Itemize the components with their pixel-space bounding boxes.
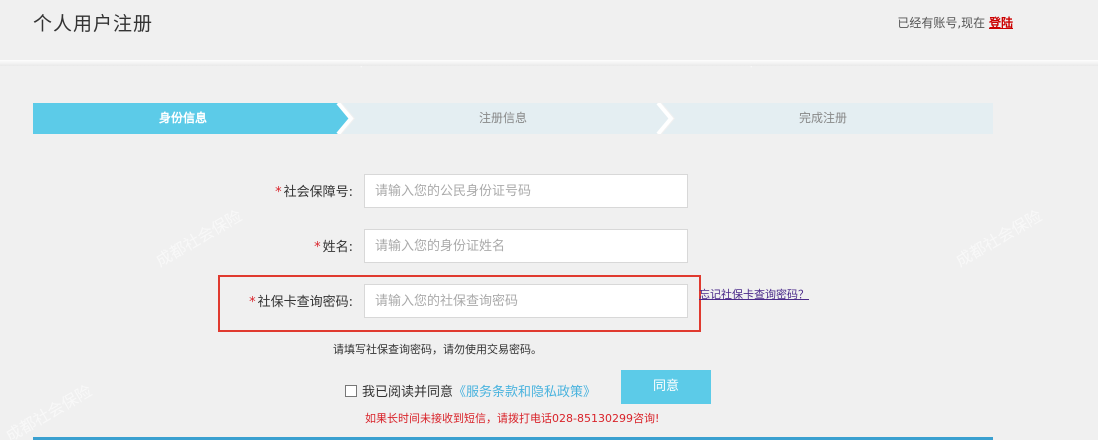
- page-title: 个人用户注册: [33, 13, 154, 35]
- ssn-label-text: 社会保障号:: [283, 185, 353, 200]
- password-hint: 请填写社保查询密码，请勿使用交易密码。: [333, 343, 542, 356]
- policy-link[interactable]: 《服务条款和隐私政策》: [453, 381, 596, 400]
- password-input[interactable]: [364, 284, 688, 318]
- page-header: 个人用户注册 已经有账号,现在 登陆: [0, 0, 1098, 62]
- watermark-text: 成都社会保险: [2, 381, 96, 440]
- header-divider: [0, 60, 1098, 66]
- password-label: * 社保卡查询密码:: [153, 291, 353, 310]
- watermark-text: 成都社会保险: [952, 206, 1046, 271]
- required-mark: *: [249, 295, 256, 310]
- agree-text: 我已阅读并同意: [362, 385, 454, 400]
- step-complete: 完成注册: [798, 111, 847, 125]
- name-label-text: 姓名:: [322, 240, 353, 255]
- step-identity: 身份信息: [158, 111, 207, 125]
- name-input[interactable]: [364, 229, 688, 263]
- login-link[interactable]: 登陆: [989, 16, 1013, 30]
- account-prefix: 已经有账号,现在: [897, 16, 986, 30]
- agree-checkbox[interactable]: [345, 384, 357, 397]
- step-registration: 注册信息: [478, 111, 527, 125]
- login-tip: 已经有账号,现在 登陆: [897, 14, 1013, 31]
- required-mark: *: [275, 185, 282, 200]
- agree-row: 我已阅读并同意 《服务条款和隐私政策》: [345, 381, 596, 400]
- name-label: * 姓名:: [153, 236, 353, 255]
- password-label-text: 社保卡查询密码:: [257, 295, 353, 310]
- sms-tip: 如果长时间未接收到短信，请拨打电话028-85130299咨询!: [365, 412, 660, 425]
- ssn-input[interactable]: [364, 174, 688, 208]
- step-progress: 身份信息 注册信息 完成注册: [33, 103, 993, 134]
- agree-button[interactable]: 同意: [621, 370, 711, 404]
- required-mark: *: [314, 240, 321, 255]
- ssn-label: * 社会保障号:: [153, 181, 353, 200]
- forgot-password-link[interactable]: 忘记社保卡查询密码？: [699, 286, 809, 302]
